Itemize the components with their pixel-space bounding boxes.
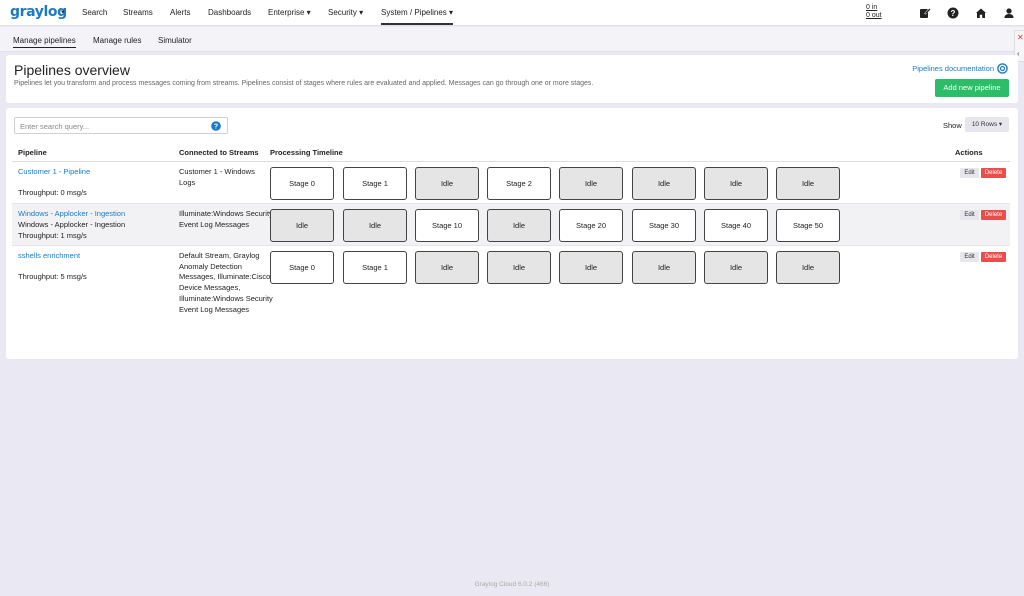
delete-button[interactable]: Delete: [981, 252, 1006, 262]
pipelines-subnav: Manage pipelines Manage rules Simulator: [0, 27, 1024, 52]
nav-security[interactable]: Security ▾: [328, 8, 363, 17]
edit-button[interactable]: Edit: [960, 168, 979, 178]
stage-box[interactable]: Stage 20: [559, 209, 623, 242]
svg-text:?: ?: [951, 9, 956, 18]
stage-box[interactable]: Stage 50: [776, 209, 840, 242]
stage-box-idle: Idle: [559, 251, 623, 284]
user-icon[interactable]: [1003, 7, 1015, 19]
search-box: ?: [14, 117, 228, 134]
lifebuoy-icon[interactable]: [997, 63, 1008, 74]
page-title: Pipelines overview: [14, 62, 130, 78]
table-row: Customer 1 - Pipeline Throughput: 0 msg/…: [12, 162, 1010, 204]
subnav-simulator[interactable]: Simulator: [158, 36, 192, 45]
nav-streams[interactable]: Streams: [123, 8, 153, 17]
col-header-timeline: Processing Timeline: [270, 148, 343, 157]
stage-box[interactable]: Stage 1: [343, 251, 407, 284]
page-description: Pipelines let you transform and process …: [14, 80, 594, 87]
stage-box-idle: Idle: [704, 167, 768, 200]
col-header-actions: Actions: [955, 148, 983, 157]
stage-box-idle: Idle: [415, 167, 479, 200]
nav-search[interactable]: Search: [82, 8, 107, 17]
pipeline-name-link[interactable]: Customer 1 - Pipeline: [18, 167, 90, 176]
rows-per-page-select[interactable]: 10 Rows ▾: [965, 117, 1009, 132]
pipeline-description: Windows - Applocker - Ingestion: [18, 220, 126, 229]
throughput-out: 0 out: [866, 12, 882, 19]
throughput-indicator[interactable]: 0 in 0 out: [866, 4, 882, 20]
stage-box-idle: Idle: [632, 251, 696, 284]
pipelines-list: ? Show 10 Rows ▾ Pipeline Connected to S…: [6, 108, 1018, 359]
help-icon[interactable]: ?: [947, 7, 959, 19]
page-header: Pipelines overview Pipelines let you tra…: [6, 55, 1018, 103]
edit-icon[interactable]: [919, 7, 931, 19]
add-new-pipeline-button[interactable]: Add new pipeline: [935, 79, 1009, 97]
show-label: Show: [943, 121, 962, 130]
col-header-streams[interactable]: Connected to Streams: [179, 148, 259, 157]
table-row: sshells enrichment Throughput: 5 msg/s D…: [12, 246, 1010, 342]
nav-alerts[interactable]: Alerts: [170, 8, 190, 17]
pipeline-name-link[interactable]: Windows - Applocker - Ingestion: [18, 209, 125, 218]
stage-box-idle: Idle: [704, 251, 768, 284]
documentation-link[interactable]: Pipelines documentation: [912, 64, 994, 73]
stage-box[interactable]: Stage 40: [704, 209, 768, 242]
stage-box-idle: Idle: [343, 209, 407, 242]
stage-box[interactable]: Stage 30: [632, 209, 696, 242]
delete-button[interactable]: Delete: [981, 210, 1006, 220]
table-row: Windows - Applocker - Ingestion Windows …: [12, 204, 1010, 246]
pipeline-name-link[interactable]: sshells enrichment: [18, 251, 80, 260]
connected-streams: Default Stream, Graylog Anomaly Detectio…: [179, 251, 273, 314]
stage-box-idle: Idle: [415, 251, 479, 284]
subnav-manage-rules[interactable]: Manage rules: [93, 36, 141, 45]
col-header-pipeline[interactable]: Pipeline: [18, 148, 47, 157]
stage-box-idle: Idle: [487, 251, 551, 284]
stage-box[interactable]: Stage 2: [487, 167, 551, 200]
query-help-icon[interactable]: ?: [211, 121, 221, 131]
logo-dropdown-icon[interactable]: ▾: [61, 8, 65, 16]
top-navbar: graylog ▾ Search Streams Alerts Dashboar…: [0, 0, 1024, 26]
stage-box-idle: Idle: [559, 167, 623, 200]
stage-box-idle: Idle: [776, 251, 840, 284]
stage-box-idle: Idle: [776, 167, 840, 200]
throughput-in: 0 in: [866, 4, 878, 11]
stage-box-idle: Idle: [487, 209, 551, 242]
pipeline-throughput: Throughput: 0 msg/s: [18, 188, 87, 197]
graylog-logo[interactable]: graylog: [10, 4, 67, 20]
home-icon[interactable]: [975, 7, 987, 19]
connected-streams: Illuminate:Windows Security Event Log Me…: [179, 209, 273, 229]
nav-enterprise[interactable]: Enterprise ▾: [268, 8, 311, 17]
stage-box-idle: Idle: [632, 167, 696, 200]
nav-dashboards[interactable]: Dashboards: [208, 8, 251, 17]
pipeline-throughput: Throughput: 1 msg/s: [18, 231, 87, 240]
stage-box-idle: Idle: [270, 209, 334, 242]
nav-system-pipelines[interactable]: System / Pipelines ▾: [381, 8, 454, 25]
edit-button[interactable]: Edit: [960, 252, 979, 262]
footer-version: Graylog Cloud 6.0.2 (466): [474, 581, 550, 588]
delete-button[interactable]: Delete: [981, 168, 1006, 178]
stage-box[interactable]: Stage 0: [270, 251, 334, 284]
stage-box[interactable]: Stage 1: [343, 167, 407, 200]
pipeline-throughput: Throughput: 5 msg/s: [18, 272, 87, 281]
search-input[interactable]: [20, 121, 200, 131]
svg-text:?: ?: [214, 124, 218, 131]
stage-box[interactable]: Stage 0: [270, 167, 334, 200]
connected-streams: Customer 1 - Windows Logs: [179, 167, 255, 187]
subnav-manage-pipelines[interactable]: Manage pipelines: [13, 36, 76, 48]
edit-button[interactable]: Edit: [960, 210, 979, 220]
close-icon[interactable]: ✕: [1017, 33, 1024, 42]
stage-box[interactable]: Stage 10: [415, 209, 479, 242]
